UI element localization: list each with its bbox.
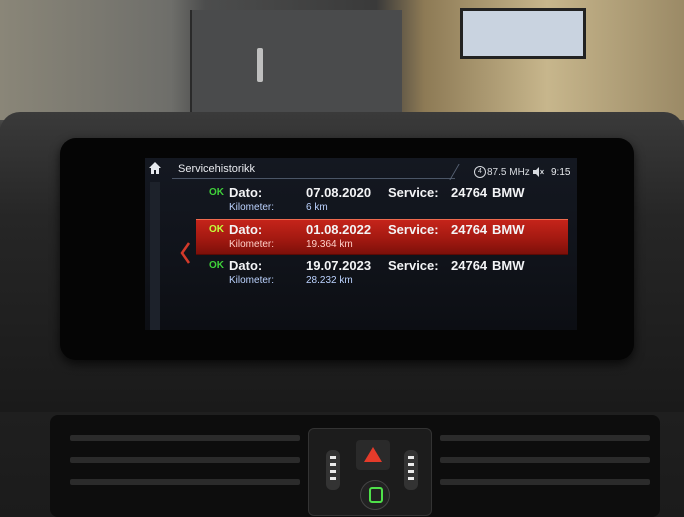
background-door-handle [257, 48, 263, 82]
vent-slat [440, 435, 650, 441]
background-door [190, 10, 402, 115]
vent-slat [70, 457, 300, 463]
kilometer-label: Kilometer: [229, 239, 275, 250]
header-divider [172, 178, 455, 179]
radio-frequency: 87.5 MHz [487, 167, 530, 178]
lock-icon [369, 487, 383, 503]
service-brand: BMW [492, 222, 525, 237]
speaker-mute-icon [532, 167, 544, 180]
kilometer-value: 19.364 km [306, 239, 353, 250]
hazard-icon [364, 447, 382, 462]
left-menu-rail[interactable] [150, 182, 160, 330]
service-brand: BMW [492, 258, 525, 273]
kilometer-label: Kilometer: [229, 202, 275, 213]
service-entry-row[interactable]: OK Dato: 07.08.2020 Service: 24764 BMW K… [196, 183, 568, 217]
kilometer-label: Kilometer: [229, 275, 275, 286]
left-vent-wheel[interactable] [326, 450, 340, 490]
status-badge: OK [209, 260, 224, 271]
service-label: Service: [388, 222, 439, 237]
home-icon[interactable] [148, 161, 162, 175]
page-title: Servicehistorikk [178, 163, 256, 175]
service-brand: BMW [492, 185, 525, 200]
vent-slat [440, 479, 650, 485]
radio-icon: 4 [474, 166, 486, 178]
date-label: Dato: [229, 258, 263, 273]
service-code: 24764 [451, 185, 488, 200]
service-label: Service: [388, 185, 439, 200]
date-value: 07.08.2020 [306, 185, 372, 200]
kilometer-value: 6 km [306, 202, 328, 213]
vent-slat [70, 479, 300, 485]
vent-slat [440, 457, 650, 463]
status-badge: OK [209, 224, 224, 235]
service-code: 24764 [451, 222, 488, 237]
kilometer-value: 28.232 km [306, 275, 353, 286]
service-label: Service: [388, 258, 439, 273]
service-code: 24764 [451, 258, 488, 273]
background-monitor [460, 8, 586, 59]
date-value: 01.08.2022 [306, 222, 372, 237]
date-label: Dato: [229, 222, 263, 237]
date-label: Dato: [229, 185, 263, 200]
service-entry-row-selected[interactable]: OK Dato: 01.08.2022 Service: 24764 BMW K… [196, 219, 568, 255]
vent-slat [70, 435, 300, 441]
right-vent-wheel[interactable] [404, 450, 418, 490]
status-badge: OK [209, 187, 224, 198]
clock-time: 9:15 [551, 167, 571, 178]
service-entry-row[interactable]: OK Dato: 19.07.2023 Service: 24764 BMW K… [196, 256, 568, 290]
chevron-left-icon[interactable] [178, 240, 192, 266]
date-value: 19.07.2023 [306, 258, 372, 273]
